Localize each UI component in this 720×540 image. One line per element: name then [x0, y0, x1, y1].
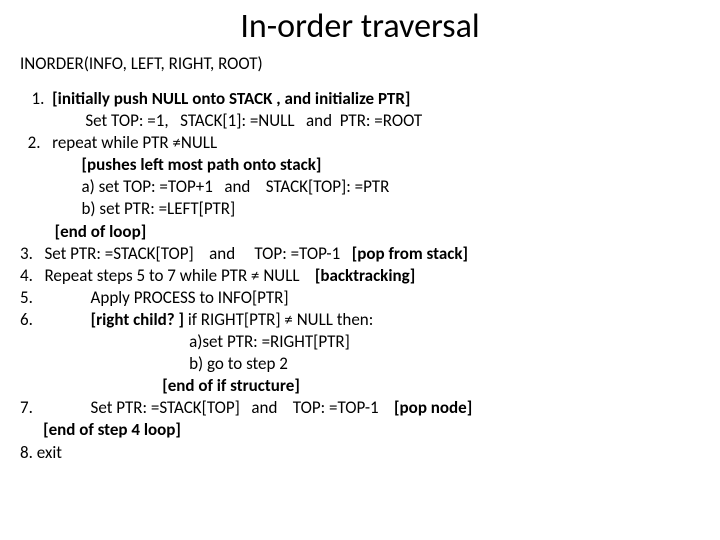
line-4-note: [pushes left most path onto stack]	[82, 154, 322, 175]
line-9a: 4. Repeat steps 5 to 7 while PTR ≠ NULL	[20, 265, 315, 286]
line-6: b) set PTR: =LEFT[PTR]	[20, 198, 235, 219]
line-10: 5. Apply PROCESS to INFO[PTR]	[20, 287, 289, 308]
line-2: Set TOP: =1, STACK[1]: =NULL and PTR: =R…	[20, 110, 422, 131]
line-14-note: [end of if structure]	[162, 375, 300, 396]
line-4-pad	[20, 154, 82, 175]
line-1-note: [initially push NULL onto STACK , and in…	[52, 88, 410, 109]
line-7-note: [end of loop]	[55, 221, 147, 242]
line-5: a) set TOP: =TOP+1 and STACK[TOP]: =PTR	[20, 176, 389, 197]
line-11c: if RIGHT[PTR] ≠ NULL then:	[184, 309, 373, 330]
line-14-pad	[20, 375, 162, 396]
line-15a: 7. Set PTR: =STACK[TOP] and TOP: =TOP-1	[20, 397, 394, 418]
line-11b: [right child? ]	[91, 309, 184, 330]
line-17: 8. exit	[20, 442, 62, 463]
line-11a: 6.	[20, 309, 91, 330]
line-16-pad	[20, 419, 43, 440]
line-12: a)set PTR: =RIGHT[PTR]	[20, 331, 350, 352]
line-1-num: 1.	[20, 88, 52, 109]
line-15b: [pop node]	[394, 397, 472, 418]
line-13: b) go to step 2	[20, 353, 288, 374]
line-16-note: [end of step 4 loop]	[43, 419, 181, 440]
line-8a: 3. Set PTR: =STACK[TOP] and TOP: =TOP-1	[20, 243, 352, 264]
algorithm-body: 1. [initially push NULL onto STACK , and…	[20, 88, 700, 464]
slide: In-order traversal INORDER(INFO, LEFT, R…	[0, 0, 720, 540]
line-8b: [pop from stack]	[352, 243, 468, 264]
line-3: 2. repeat while PTR ≠NULL	[20, 132, 217, 153]
function-signature: INORDER(INFO, LEFT, RIGHT, ROOT)	[20, 53, 700, 74]
slide-title: In-order traversal	[20, 6, 700, 47]
line-7-pad	[20, 221, 55, 242]
line-9b: [backtracking]	[315, 265, 415, 286]
